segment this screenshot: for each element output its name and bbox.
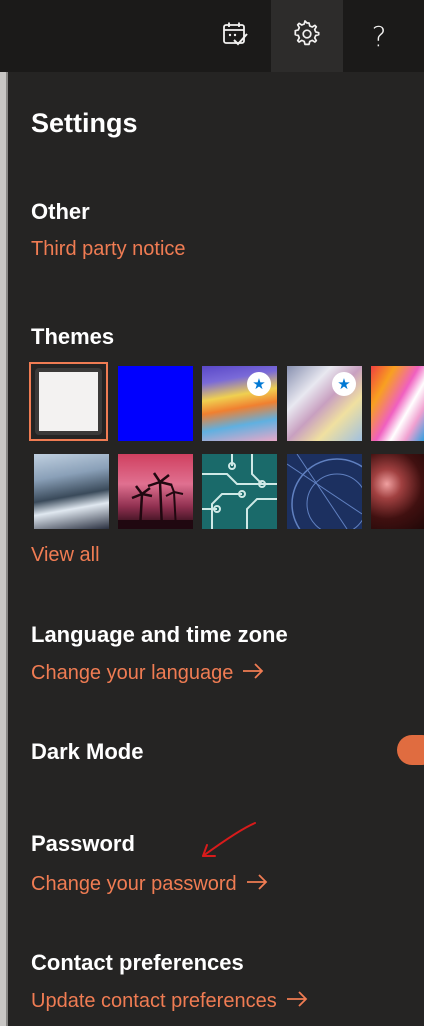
theme-tile-blueprint[interactable] (287, 454, 362, 529)
calendar-check-icon (221, 20, 249, 53)
theme-tile-mountain[interactable] (34, 454, 109, 529)
theme-tile-blue[interactable] (118, 366, 193, 441)
theme-tile-rainbow[interactable]: ★ (202, 366, 277, 441)
arrow-right-icon (242, 662, 264, 685)
palm-trees-icon (118, 472, 193, 529)
change-password-link[interactable]: Change your password (31, 873, 268, 896)
section-heading-password: Password (31, 831, 135, 856)
section-heading-language: Language and time zone (31, 622, 288, 647)
settings-button[interactable] (271, 0, 343, 72)
theme-tile-palms[interactable] (118, 454, 193, 529)
help-icon: ? (371, 19, 387, 53)
arrow-right-icon (286, 990, 308, 1013)
update-contact-label: Update contact preferences (31, 990, 277, 1012)
arrow-right-icon (246, 873, 268, 896)
annotation-arrow-icon (195, 818, 261, 867)
change-language-label: Change your language (31, 662, 234, 684)
view-all-label: View all (31, 544, 100, 566)
theme-tile-unicorn[interactable] (371, 366, 424, 441)
section-heading-dark-mode: Dark Mode (31, 739, 144, 764)
third-party-notice-link[interactable]: Third party notice (31, 238, 186, 261)
theme-tile-bokeh[interactable] (371, 454, 424, 529)
page-title: Settings (31, 108, 138, 138)
dark-mode-toggle[interactable] (397, 735, 424, 765)
view-all-themes-link[interactable]: View all (31, 544, 100, 567)
top-bar: ? (0, 0, 424, 72)
help-button[interactable]: ? (343, 0, 415, 72)
star-icon: ★ (247, 372, 271, 396)
update-contact-preferences-link[interactable]: Update contact preferences (31, 990, 308, 1013)
section-heading-other: Other (31, 199, 90, 224)
section-heading-themes: Themes (31, 324, 115, 349)
star-icon: ★ (332, 372, 356, 396)
theme-tile-light[interactable] (29, 362, 108, 441)
theme-swatch-light (35, 368, 102, 435)
theme-tile-circuit[interactable] (202, 454, 277, 529)
circuit-icon (202, 454, 277, 529)
change-language-link[interactable]: Change your language (31, 662, 264, 685)
section-heading-contact: Contact preferences (31, 950, 244, 975)
blueprint-icon (287, 454, 362, 529)
theme-tile-ribbons[interactable]: ★ (287, 366, 362, 441)
change-password-label: Change your password (31, 873, 237, 895)
third-party-notice-label: Third party notice (31, 238, 186, 260)
gear-icon (293, 19, 321, 53)
my-day-button[interactable] (199, 0, 271, 72)
